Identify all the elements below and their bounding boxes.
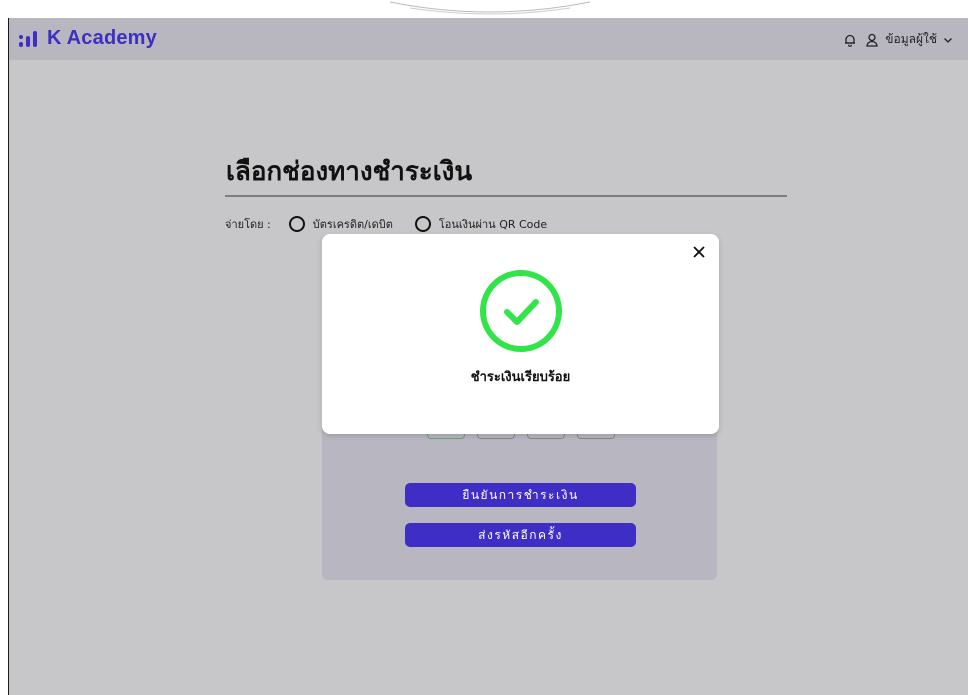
chevron-down-icon bbox=[944, 37, 952, 43]
title-divider bbox=[225, 195, 787, 197]
header-actions: ข้อมูลผู้ใช้ bbox=[843, 30, 953, 49]
option-credit-card[interactable]: บัตรเครดิต/เดบิต bbox=[288, 215, 393, 233]
confirm-payment-button[interactable]: ยืนยันการชำระเงิน bbox=[405, 483, 636, 507]
page-title: เลือกช่องทางชำระเงิน bbox=[226, 157, 473, 187]
success-modal: ชำระเงินเรียบร้อย bbox=[322, 234, 719, 434]
check-circle-icon bbox=[480, 270, 562, 352]
pay-by-label: จ่ายโดย : bbox=[225, 218, 271, 231]
option-qr-transfer[interactable]: โอนเงินผ่าน QR Code bbox=[414, 215, 548, 233]
qr-transfer-radio[interactable] bbox=[414, 216, 431, 232]
qr-transfer-label: โอนเงินผ่าน QR Code bbox=[438, 218, 548, 231]
logo-mark-icon bbox=[19, 29, 41, 49]
app-frame: K Academy ข้อมูลผู้ใช้ เลือกช่องทางชำระเ… bbox=[8, 18, 968, 695]
user-icon bbox=[866, 33, 878, 47]
bell-icon[interactable] bbox=[843, 33, 857, 47]
credit-card-radio[interactable] bbox=[288, 216, 305, 232]
logo-text: K Academy bbox=[47, 27, 157, 49]
logo[interactable]: K Academy bbox=[19, 27, 157, 50]
payment-method-row: จ่ายโดย : บัตรเครดิต/เดบิต โอนเงินผ่าน Q… bbox=[225, 215, 547, 233]
top-decoration bbox=[389, 1, 591, 15]
user-menu[interactable]: ข้อมูลผู้ใช้ bbox=[865, 30, 953, 49]
resend-code-button[interactable]: ส่งรหัสอีกครั้ง bbox=[405, 523, 636, 547]
close-icon[interactable] bbox=[691, 244, 707, 260]
user-menu-label: ข้อมูลผู้ใช้ bbox=[885, 32, 937, 46]
credit-card-label: บัตรเครดิต/เดบิต bbox=[312, 218, 393, 231]
success-message: ชำระเงินเรียบร้อย bbox=[470, 370, 571, 385]
top-header: K Academy ข้อมูลผู้ใช้ bbox=[9, 18, 968, 60]
